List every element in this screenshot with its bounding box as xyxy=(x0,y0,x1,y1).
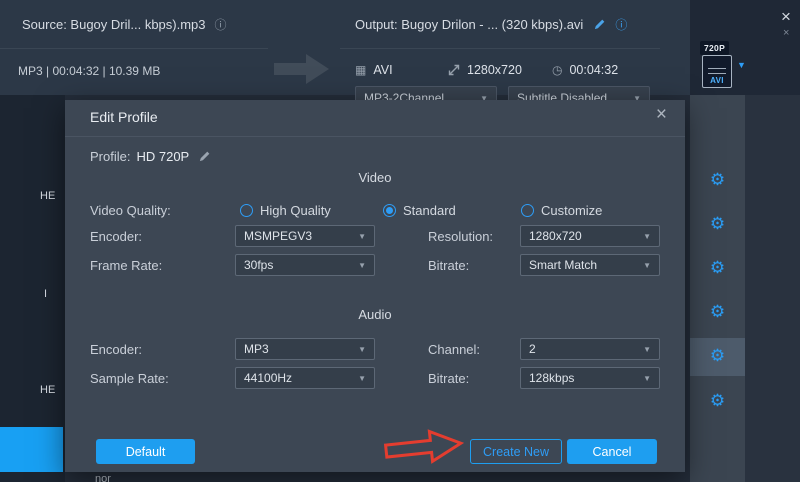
profile-name: HD 720P xyxy=(136,149,189,164)
sidebar-fragment: I xyxy=(44,288,47,300)
chevron-down-icon: ▼ xyxy=(643,374,651,383)
audio-encoder-value: MP3 xyxy=(244,342,269,356)
chevron-down-icon: ▼ xyxy=(358,345,366,354)
chevron-down-icon: ▼ xyxy=(643,261,651,270)
framerate-value: 30fps xyxy=(244,258,273,272)
top-right-panel: × × 720P AVI ▼ xyxy=(690,0,800,95)
output-format: AVI xyxy=(373,63,392,77)
chevron-down-icon: ▼ xyxy=(358,261,366,270)
channel-label: Channel: xyxy=(428,342,480,357)
output-resolution-group: 1280x720 xyxy=(448,63,522,77)
channel-value: 2 xyxy=(529,342,536,356)
output-label: Output: Bugoy Drilon - ... (320 kbps).av… xyxy=(355,17,583,32)
resolution-select[interactable]: 1280x720 ▼ xyxy=(520,225,660,247)
video-encoder-select[interactable]: MSMPEGV3 ▼ xyxy=(235,225,375,247)
profile-format-icon[interactable]: AVI xyxy=(702,55,732,88)
cancel-button[interactable]: Cancel xyxy=(567,439,657,464)
chevron-down-icon: ▼ xyxy=(358,374,366,383)
transfer-arrow-icon xyxy=(272,50,332,88)
chevron-down-icon: ▼ xyxy=(358,232,366,241)
output-duration: 00:04:32 xyxy=(569,63,618,77)
video-bitrate-select[interactable]: Smart Match ▼ xyxy=(520,254,660,276)
radio-customize[interactable] xyxy=(521,204,534,217)
format-sidebar: HE I HE xyxy=(0,95,65,482)
gear-icon[interactable]: ⚙ xyxy=(690,171,745,189)
radio-high-quality-label[interactable]: High Quality xyxy=(260,203,331,218)
profile-settings-column xyxy=(690,95,745,482)
format-grid-icon: ▦ xyxy=(355,63,366,77)
chevron-down-icon: ▼ xyxy=(643,345,651,354)
samplerate-value: 44100Hz xyxy=(244,371,292,385)
background-text-fragment: nor xyxy=(95,473,111,482)
source-label-row: Source: Bugoy Dril... kbps).mp3 ⓘ xyxy=(22,16,227,33)
dialog-close-icon[interactable]: × xyxy=(656,104,667,126)
chevron-down-icon: ▼ xyxy=(643,232,651,241)
sidebar-fragment: HE xyxy=(40,190,55,202)
audio-bitrate-select[interactable]: 128kbps ▼ xyxy=(520,367,660,389)
profile-format-label: AVI xyxy=(710,76,724,85)
panel-close-icon[interactable]: × xyxy=(783,28,789,39)
output-resolution: 1280x720 xyxy=(467,63,522,77)
app-window: Source: Bugoy Dril... kbps).mp3 ⓘ MP3 | … xyxy=(0,0,800,482)
divider xyxy=(65,136,685,137)
profile-quality-badge[interactable]: 720P xyxy=(700,41,729,55)
dialog-title: Edit Profile xyxy=(90,109,158,125)
resolution-expand-icon xyxy=(448,64,460,76)
radio-high-quality[interactable] xyxy=(240,204,253,217)
filmstrip-line xyxy=(708,73,726,74)
samplerate-select[interactable]: 44100Hz ▼ xyxy=(235,367,375,389)
video-bitrate-value: Smart Match xyxy=(529,258,597,272)
resolution-label: Resolution: xyxy=(428,229,493,244)
framerate-select[interactable]: 30fps ▼ xyxy=(235,254,375,276)
audio-encoder-select[interactable]: MP3 ▼ xyxy=(235,338,375,360)
right-background-strip xyxy=(745,95,800,482)
clock-icon: ◷ xyxy=(552,63,562,77)
profile-row: Profile: HD 720P xyxy=(90,149,211,164)
channel-select[interactable]: 2 ▼ xyxy=(520,338,660,360)
edit-output-pencil-icon[interactable] xyxy=(593,18,606,31)
divider xyxy=(340,48,660,49)
annotation-arrow-icon xyxy=(381,424,469,471)
gear-icon[interactable]: ⚙ xyxy=(690,392,745,410)
video-quality-label: Video Quality: xyxy=(90,203,171,218)
framerate-label: Frame Rate: xyxy=(90,258,162,273)
gear-icon[interactable]: ⚙ xyxy=(690,259,745,277)
audio-bitrate-label: Bitrate: xyxy=(428,371,469,386)
selected-format-tile[interactable] xyxy=(0,427,63,472)
audio-section-title: Audio xyxy=(65,307,685,322)
audio-encoder-label: Encoder: xyxy=(90,342,142,357)
video-bitrate-label: Bitrate: xyxy=(428,258,469,273)
video-encoder-label: Encoder: xyxy=(90,229,142,244)
gear-icon[interactable]: ⚙ xyxy=(690,303,745,321)
video-encoder-value: MSMPEGV3 xyxy=(244,229,312,243)
rename-profile-pencil-icon[interactable] xyxy=(198,150,211,163)
radio-customize-label[interactable]: Customize xyxy=(541,203,602,218)
divider xyxy=(0,48,268,49)
output-duration-group: ◷ 00:04:32 xyxy=(552,63,618,77)
create-new-button[interactable]: Create New xyxy=(470,439,562,464)
source-info-icon[interactable]: ⓘ xyxy=(215,16,227,33)
sidebar-fragment: HE xyxy=(40,384,55,396)
gear-icon[interactable]: ⚙ xyxy=(690,215,745,233)
video-section-title: Video xyxy=(65,170,685,185)
gear-icon[interactable]: ⚙ xyxy=(690,347,745,365)
radio-standard-label[interactable]: Standard xyxy=(403,203,456,218)
radio-standard[interactable] xyxy=(383,204,396,217)
output-format-group: ▦ AVI xyxy=(355,63,393,77)
audio-bitrate-value: 128kbps xyxy=(529,371,574,385)
edit-profile-dialog: Edit Profile × Profile: HD 720P Video Vi… xyxy=(65,100,685,472)
resolution-value: 1280x720 xyxy=(529,229,582,243)
output-info-icon[interactable]: ⓘ xyxy=(615,16,627,33)
source-meta: MP3 | 00:04:32 | 10.39 MB xyxy=(18,64,160,78)
filmstrip-line xyxy=(708,68,726,69)
samplerate-label: Sample Rate: xyxy=(90,371,169,386)
default-button[interactable]: Default xyxy=(96,439,195,464)
output-label-row: Output: Bugoy Drilon - ... (320 kbps).av… xyxy=(355,16,627,33)
close-icon[interactable]: × xyxy=(781,9,791,25)
source-label: Source: Bugoy Dril... kbps).mp3 xyxy=(22,17,206,32)
profile-dropdown-caret-icon[interactable]: ▼ xyxy=(737,60,746,70)
profile-label: Profile: xyxy=(90,149,130,164)
top-bar: Source: Bugoy Dril... kbps).mp3 ⓘ MP3 | … xyxy=(0,0,690,95)
